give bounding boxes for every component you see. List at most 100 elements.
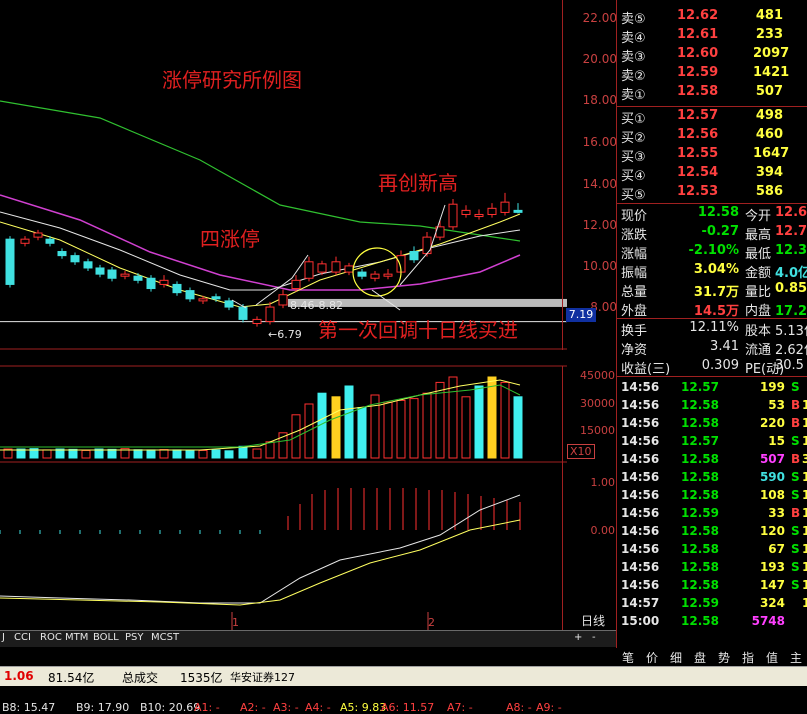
ma-legend-item: A2: -: [240, 701, 266, 714]
buy-order-row[interactable]: 买① 12.57 498: [617, 108, 807, 127]
tick-side: B: [791, 452, 801, 466]
tick-side: S: [791, 380, 800, 394]
candlestick: [370, 273, 380, 279]
zoom-out-button[interactable]: -: [592, 632, 596, 643]
buy-order-row[interactable]: 买④ 12.54 394: [617, 165, 807, 184]
volume-bar: [107, 448, 117, 459]
volume-bar: [357, 407, 367, 459]
sell-order-row[interactable]: 卖② 12.59 1421: [617, 65, 807, 84]
tick-volume: 67: [768, 542, 785, 556]
tick-volume: 120: [759, 524, 785, 538]
panel-tab[interactable]: 势: [718, 649, 730, 666]
status-total-label: 总成交: [122, 671, 159, 685]
zoom-in-button[interactable]: +: [574, 632, 582, 643]
order-price: 12.55: [677, 146, 719, 161]
sell-order-row[interactable]: 卖① 12.58 507: [617, 84, 807, 103]
tick-side: S: [791, 488, 800, 502]
candlestick: [252, 318, 262, 325]
order-volume: 507: [755, 84, 783, 99]
current-price-tag: 7.19: [566, 308, 596, 322]
tick-row[interactable]: 14:56 12.58 67 S 1: [617, 542, 807, 560]
ma-line-white: [0, 211, 521, 291]
tick-row[interactable]: 14:56 12.58 120 S 1: [617, 524, 807, 542]
tick-row[interactable]: 14:56 12.58 507 B35: [617, 452, 807, 470]
stat-label: 内盘: [745, 304, 772, 319]
tick-volume: 590: [759, 470, 785, 484]
candlestick: [383, 273, 393, 277]
tick-row[interactable]: 14:56 12.58 193 S 1: [617, 560, 807, 578]
stat-value: 3.04%: [693, 262, 739, 277]
tab-cci[interactable]: CCI: [14, 632, 31, 643]
candlestick: [500, 201, 510, 213]
stat-row: 总量 31.7万 量比 0.85: [617, 281, 807, 300]
order-volume: 233: [755, 27, 783, 42]
tab-j[interactable]: J: [2, 632, 5, 643]
panel-tab[interactable]: 指: [742, 649, 754, 666]
tick-count: 1: [802, 416, 807, 430]
tick-row[interactable]: 14:56 12.58 108 S 1: [617, 488, 807, 506]
panel-tab[interactable]: 值: [766, 649, 778, 666]
tick-volume: 193: [759, 560, 785, 574]
tab-psy[interactable]: PSY: [125, 632, 144, 643]
stat-label: 总量: [621, 285, 648, 300]
panel-tab[interactable]: 盘: [694, 649, 706, 666]
stat-value: 14.5万: [693, 304, 739, 319]
sell-order-row[interactable]: 卖④ 12.61 233: [617, 27, 807, 46]
buy-order-row[interactable]: 买⑤ 12.53 586: [617, 184, 807, 203]
tab-roc[interactable]: ROC: [40, 632, 62, 643]
panel-tab[interactable]: 细: [670, 649, 682, 666]
volume-bar: [461, 396, 471, 459]
panel-tab[interactable]: 主: [790, 649, 802, 666]
candlestick: [331, 261, 341, 273]
low-price-label: ←6.79: [268, 328, 302, 341]
volume-bar: [146, 449, 156, 459]
tick-time: 15:00: [621, 614, 660, 628]
candlestick: [291, 279, 301, 290]
stat-label: 现价: [621, 209, 648, 224]
tick-row[interactable]: 14:57 12.59 324 1: [617, 596, 807, 614]
tick-volume: 15: [768, 434, 785, 448]
stat-label: 今开: [745, 209, 772, 224]
tick-row[interactable]: 14:56 12.58 590 S1(: [617, 470, 807, 488]
tab-mcst[interactable]: MCST: [151, 632, 179, 643]
gap-label: 8.46-8.82: [290, 299, 343, 312]
stat-row: 涨跌 -0.27 最高12.77: [617, 224, 807, 243]
candlestick: [45, 238, 55, 244]
price-axis-label: 10.00: [582, 259, 617, 273]
stat-row: 净资 3.41 流通2.62亿: [617, 339, 807, 358]
sell-order-row[interactable]: 卖⑤ 12.62 481: [617, 8, 807, 27]
ma-legend-item: A9: -: [536, 701, 562, 714]
first-pullback-annotation: 第一次回调十日线买进: [318, 318, 518, 342]
tick-row[interactable]: 14:56 12.58 53 B1(: [617, 398, 807, 416]
tick-time: 14:56: [621, 434, 660, 448]
price-axis-label: 16.00: [582, 135, 617, 149]
buy-order-row[interactable]: 买② 12.56 460: [617, 127, 807, 146]
tick-count: 35: [802, 452, 807, 466]
tick-row[interactable]: 14:56 12.57 199 S: [617, 380, 807, 398]
tick-price: 12.58: [681, 398, 719, 412]
tab-mtm[interactable]: MTM: [65, 632, 88, 643]
price-axis-label: 14.00: [582, 177, 617, 191]
tick-row[interactable]: 14:56 12.59 33 B 1: [617, 506, 807, 524]
volume-bar: [185, 449, 195, 459]
tick-row[interactable]: 14:56 12.57 15 S 1: [617, 434, 807, 452]
tick-row[interactable]: 15:00 12.58 5748: [617, 614, 807, 632]
stat-value: 5.13亿: [775, 324, 807, 339]
sell-order-row[interactable]: 卖③ 12.60 2097: [617, 46, 807, 65]
tick-volume: 507: [759, 452, 785, 466]
stat-row: 外盘 14.5万内盘17.2万: [617, 300, 807, 319]
panel-tab[interactable]: 笔: [622, 649, 634, 666]
volume-bar: [42, 449, 52, 459]
tick-side: S: [791, 578, 800, 592]
panel-tab[interactable]: 价: [646, 649, 658, 666]
tick-volume: 33: [768, 506, 785, 520]
tick-time: 14:56: [621, 470, 660, 484]
stat-value: 17.2万: [775, 304, 807, 319]
tick-volume: 220: [759, 416, 785, 430]
tick-row[interactable]: 14:56 12.58 220 B 1: [617, 416, 807, 434]
tab-boll[interactable]: BOLL: [93, 632, 119, 643]
tick-row[interactable]: 14:56 12.58 147 S17: [617, 578, 807, 596]
buy-order-row[interactable]: 买③ 12.55 1647: [617, 146, 807, 165]
status-index-amount: 81.54亿: [48, 671, 95, 685]
ma-legend-item: A5: 9.83: [340, 701, 387, 714]
